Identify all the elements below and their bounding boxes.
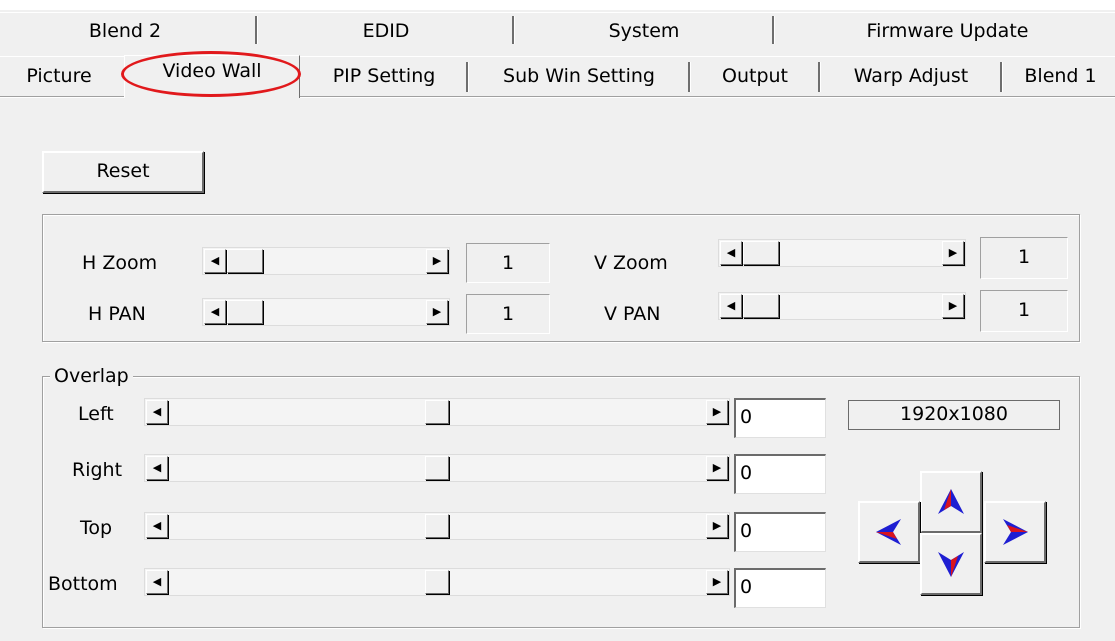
tab-warp-adjust[interactable]: Warp Adjust xyxy=(824,59,998,93)
scroll-left-icon[interactable]: ◀ xyxy=(146,514,168,538)
overlap-top-label: Top xyxy=(80,517,113,539)
overlap-bottom-slider[interactable]: ◀ ▶ xyxy=(144,568,730,596)
overlap-right-slider[interactable]: ◀ ▶ xyxy=(144,454,730,482)
slider-thumb[interactable] xyxy=(425,456,449,480)
top-margin xyxy=(0,0,1115,10)
scroll-right-icon[interactable]: ▶ xyxy=(706,456,728,480)
tab-label: Sub Win Setting xyxy=(503,65,655,87)
v-pan-value: 1 xyxy=(980,290,1068,332)
slider-thumb[interactable] xyxy=(743,294,779,318)
v-pan-label: V PAN xyxy=(604,303,661,325)
tab-label: System xyxy=(608,20,680,42)
zoom-pan-group xyxy=(42,214,1080,342)
overlap-top-slider[interactable]: ◀ ▶ xyxy=(144,512,730,540)
left-arrow-icon xyxy=(876,519,901,545)
overlap-left-input[interactable]: 0 xyxy=(734,398,826,438)
v-zoom-label: V Zoom xyxy=(594,252,668,274)
tab-output[interactable]: Output xyxy=(694,59,816,93)
right-arrow-icon xyxy=(1003,519,1028,545)
tab-separator xyxy=(512,16,515,44)
h-zoom-label: H Zoom xyxy=(82,252,158,274)
scroll-right-icon[interactable]: ▶ xyxy=(942,294,964,318)
tab-label: Output xyxy=(722,65,788,87)
reset-button[interactable]: Reset xyxy=(42,151,204,193)
slider-thumb[interactable] xyxy=(425,570,449,594)
overlap-right-input[interactable]: 0 xyxy=(734,454,826,494)
tab-video-wall[interactable]: Video Wall xyxy=(124,55,300,98)
scroll-right-icon[interactable]: ▶ xyxy=(426,249,448,273)
v-pan-slider[interactable]: ◀ ▶ xyxy=(718,292,966,320)
h-zoom-value: 1 xyxy=(466,243,550,283)
tab-separator xyxy=(1000,62,1003,92)
video-wall-dialog: Blend 2 EDID System Firmware Update Pict… xyxy=(0,0,1115,641)
tab-blend-1[interactable]: Blend 1 xyxy=(1006,59,1115,93)
slider-thumb[interactable] xyxy=(743,241,779,265)
resolution-display: 1920x1080 xyxy=(848,400,1060,430)
down-button[interactable] xyxy=(920,533,982,595)
overlap-right-label: Right xyxy=(72,459,123,481)
scroll-left-icon[interactable]: ◀ xyxy=(720,241,742,265)
v-zoom-slider[interactable]: ◀ ▶ xyxy=(718,239,966,267)
reset-label: Reset xyxy=(96,160,150,182)
h-pan-slider[interactable]: ◀ ▶ xyxy=(202,298,450,326)
tab-label: Firmware Update xyxy=(866,20,1029,42)
h-pan-label: H PAN xyxy=(88,303,146,325)
slider-thumb[interactable] xyxy=(425,514,449,538)
scroll-left-icon[interactable]: ◀ xyxy=(204,300,226,324)
scroll-right-icon[interactable]: ▶ xyxy=(706,514,728,538)
overlap-bottom-label: Bottom xyxy=(48,573,118,595)
tab-label: Blend 2 xyxy=(88,20,162,42)
overlap-left-label: Left xyxy=(78,403,114,425)
tab-separator xyxy=(688,62,691,92)
tab-label: Picture xyxy=(26,65,92,87)
tab-firmware-update[interactable]: Firmware Update xyxy=(780,14,1115,48)
tab-system[interactable]: System xyxy=(519,14,769,48)
tab-blend-2[interactable]: Blend 2 xyxy=(0,14,250,48)
tab-separator xyxy=(818,62,821,92)
h-pan-value: 1 xyxy=(466,294,550,334)
overlap-bottom-input[interactable]: 0 xyxy=(734,568,826,608)
tab-separator xyxy=(772,16,775,44)
scroll-left-icon[interactable]: ◀ xyxy=(146,456,168,480)
tab-separator xyxy=(255,16,258,44)
tab-edid[interactable]: EDID xyxy=(262,14,510,48)
slider-thumb[interactable] xyxy=(227,300,263,324)
h-zoom-slider[interactable]: ◀ ▶ xyxy=(202,247,450,275)
tab-picture[interactable]: Picture xyxy=(0,59,118,93)
overlap-top-input[interactable]: 0 xyxy=(734,512,826,552)
overlap-group-title: Overlap xyxy=(50,364,133,388)
scroll-left-icon[interactable]: ◀ xyxy=(146,570,168,594)
left-button[interactable] xyxy=(858,501,920,563)
overlap-left-slider[interactable]: ◀ ▶ xyxy=(144,398,730,426)
slider-thumb[interactable] xyxy=(425,400,449,424)
right-button[interactable] xyxy=(984,501,1046,563)
down-arrow-icon xyxy=(938,552,964,577)
slider-thumb[interactable] xyxy=(227,249,263,273)
tab-label: EDID xyxy=(362,20,410,42)
tab-label: Warp Adjust xyxy=(853,65,969,87)
scroll-right-icon[interactable]: ▶ xyxy=(706,570,728,594)
scroll-left-icon[interactable]: ◀ xyxy=(146,400,168,424)
tab-sub-win-setting[interactable]: Sub Win Setting xyxy=(472,59,686,93)
tab-label: PIP Setting xyxy=(332,65,436,87)
scroll-right-icon[interactable]: ▶ xyxy=(706,400,728,424)
scroll-left-icon[interactable]: ◀ xyxy=(204,249,226,273)
v-zoom-value: 1 xyxy=(980,237,1068,279)
tab-label: Blend 1 xyxy=(1024,65,1097,87)
tab-row1-top-line xyxy=(0,12,1115,13)
scroll-right-icon[interactable]: ▶ xyxy=(942,241,964,265)
up-button[interactable] xyxy=(920,471,982,533)
tab-pip-setting[interactable]: PIP Setting xyxy=(304,59,464,93)
scroll-left-icon[interactable]: ◀ xyxy=(720,294,742,318)
scroll-right-icon[interactable]: ▶ xyxy=(426,300,448,324)
up-arrow-icon xyxy=(938,489,964,514)
tab-separator xyxy=(466,62,469,92)
tab-label: Video Wall xyxy=(162,60,262,82)
